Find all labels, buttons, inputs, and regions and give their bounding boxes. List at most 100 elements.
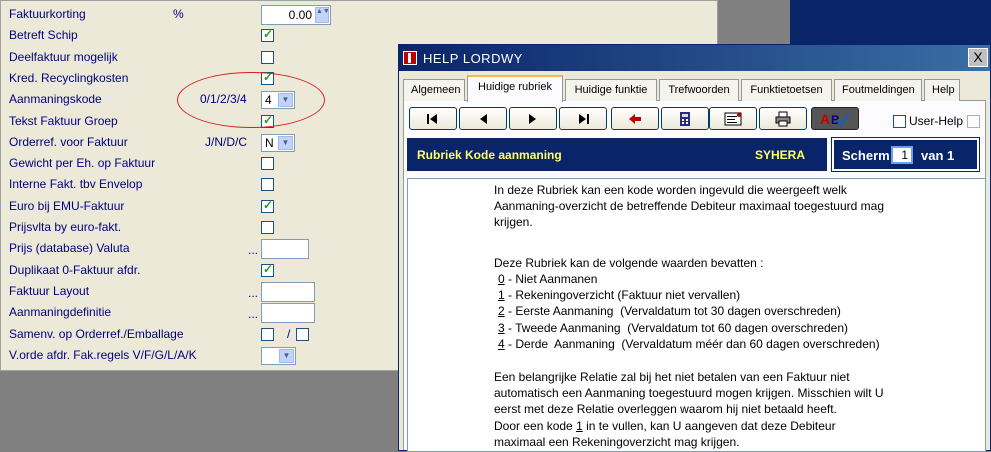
checkbox[interactable] <box>261 262 274 277</box>
help-line: automatisch een Aanmaning toegestuurd mo… <box>494 386 884 401</box>
lookup-dots[interactable]: ... <box>248 304 258 325</box>
help-window: HELP LORDWY X Algemeen Huidige rubriek Hui… <box>398 44 991 452</box>
checkbox-emballage[interactable] <box>296 327 309 341</box>
notepad-button[interactable] <box>709 107 757 130</box>
tab-0[interactable]: Algemeen <box>403 79 465 101</box>
help-tabs: Algemeen Huidige rubriek Huidige funktie Tr… <box>403 75 990 102</box>
field-label: Deelfaktuur mogelijk <box>9 49 118 64</box>
checkbox[interactable] <box>261 198 274 213</box>
select-field[interactable]: ▼ <box>261 346 296 365</box>
spellcheck-icon: AB <box>819 110 851 128</box>
field-label: Betreft Schip <box>9 28 78 43</box>
first-icon <box>425 113 441 125</box>
back-arrow-icon <box>627 113 643 125</box>
next-button[interactable] <box>509 107 557 130</box>
screen-input[interactable]: 1 <box>891 146 913 164</box>
user-help-label: User-Help <box>909 114 964 128</box>
background-window-edge <box>790 0 991 44</box>
last-button[interactable] <box>559 107 607 130</box>
printer-icon <box>774 111 792 127</box>
tab-1[interactable]: Huidige rubriek <box>467 75 563 102</box>
previous-icon <box>477 113 489 125</box>
field-label: Interne Fakt. tbv Envelop <box>9 177 143 192</box>
spinner-icon[interactable]: ▲▼ <box>315 7 330 23</box>
help-text: in te vullen, kan U aangeven dat deze De… <box>582 418 836 433</box>
previous-button[interactable] <box>459 107 507 130</box>
field-code-hint: % <box>173 7 184 21</box>
rubriek-title: Rubriek Kode aanmaning <box>417 148 562 162</box>
select-value: N <box>265 135 274 150</box>
spellcheck-button[interactable]: AB <box>811 107 859 130</box>
svg-text:A: A <box>820 111 830 127</box>
field-label: Orderref. voor Faktuur <box>9 134 128 149</box>
option-code: 1 <box>498 288 505 303</box>
svg-text:B: B <box>831 113 840 127</box>
user-help-toggle[interactable]: User-Help <box>893 114 981 128</box>
help-line: Een belangrijke Relatie zal bij het niet… <box>494 370 850 384</box>
help-line: maximaal een Rekeningoverzicht mag krijg… <box>494 434 740 449</box>
select-field[interactable]: N ▼ <box>261 133 295 152</box>
tab-5[interactable]: Foutmeldingen <box>834 79 922 101</box>
checkbox[interactable] <box>261 327 274 341</box>
checkbox[interactable] <box>261 157 274 171</box>
field-label: Gewicht per Eh. op Faktuur <box>9 156 156 171</box>
option-code: 4 <box>498 336 505 351</box>
separator: / <box>287 326 291 341</box>
chevron-down-icon[interactable]: ▼ <box>278 135 293 150</box>
field-label: Prijsvlta by euro-fakt. <box>9 220 122 234</box>
highlight-annotation <box>177 72 325 128</box>
field-label: Aanmaningskode <box>9 92 102 107</box>
checkbox[interactable] <box>261 221 274 234</box>
back-arrow-button[interactable] <box>611 107 659 130</box>
text-input[interactable] <box>261 281 315 302</box>
checkbox[interactable] <box>261 50 274 64</box>
help-line: Door een kode 1 in te vullen, kan U aang… <box>494 418 964 434</box>
rubriek-header: Rubriek Kode aanmaning SYHERA <box>407 138 827 171</box>
calculator-button[interactable] <box>661 107 709 130</box>
text-input[interactable] <box>261 303 315 324</box>
option-line: 1 - Rekeningoverzicht (Faktuur niet verv… <box>498 287 740 303</box>
option-text: - Niet Aanmanen <box>504 272 598 286</box>
help-content: In deze Rubriek kan een kode worden inge… <box>407 178 986 452</box>
help-title: HELP LORDWY <box>423 50 523 66</box>
help-line: Aanmaning-overzicht de betreffende Debit… <box>494 199 884 214</box>
tab-6[interactable]: Help <box>924 79 960 101</box>
next-icon <box>527 113 539 125</box>
field-label: Samenv. op Orderref./Emballage <box>9 326 184 341</box>
background-area-bottom <box>0 371 400 451</box>
lookup-dots[interactable]: ... <box>248 283 258 304</box>
notepad-icon <box>723 111 743 127</box>
help-paragraph: In deze Rubriek kan een kode worden inge… <box>494 182 964 231</box>
help-line: In deze Rubriek kan een kode worden inge… <box>494 183 847 197</box>
discount-input[interactable]: 0.00 ▲▼ <box>261 5 331 25</box>
text-input[interactable] <box>261 239 309 260</box>
tab-3[interactable]: Trefwoorden <box>659 79 739 101</box>
chevron-down-icon[interactable]: ▼ <box>279 348 294 363</box>
close-button[interactable]: X <box>968 48 988 67</box>
checkbox[interactable] <box>261 178 274 192</box>
help-text: Door een kode <box>494 418 577 433</box>
tab-2[interactable]: Huidige funktie <box>565 79 657 101</box>
option-code: 2 <box>498 304 505 319</box>
tab-4[interactable]: Funktietoetsen <box>741 79 832 101</box>
help-paragraph: Deze Rubriek kan de volgende waarden bev… <box>494 256 764 270</box>
field-label: Faktuur Layout <box>9 283 90 298</box>
user-help-indicator <box>967 114 981 128</box>
screen-counter: Scherm 1 van 1 <box>831 137 980 172</box>
field-label: Aanmaningdefinitie <box>9 305 112 320</box>
option-code: 0 <box>498 272 505 286</box>
lookup-dots[interactable]: ... <box>248 240 258 261</box>
printer-button[interactable] <box>759 107 807 130</box>
field-label: V.orde afdr. Fak.regels V/F/G/L/A/K <box>9 347 197 362</box>
option-text: - Derde Aanmaning (Vervaldatum méér dan … <box>504 336 880 351</box>
help-titlebar[interactable]: HELP LORDWY <box>399 45 990 71</box>
field-label: Faktuurkorting <box>9 7 86 21</box>
help-line: eerst met deze Relatie overleggen waarom… <box>494 402 837 417</box>
option-line: 0 - Niet Aanmanen <box>498 271 597 287</box>
user-help-checkbox[interactable] <box>893 114 906 128</box>
option-line: 3 - Tweede Aanmaning (Vervaldatum tot 60… <box>498 320 848 336</box>
first-button[interactable] <box>409 107 457 130</box>
checkbox[interactable] <box>261 27 274 43</box>
option-text: - Eerste Aanmaning (Vervaldatum tot 30 d… <box>504 304 841 319</box>
screen-total: van 1 <box>921 148 955 163</box>
